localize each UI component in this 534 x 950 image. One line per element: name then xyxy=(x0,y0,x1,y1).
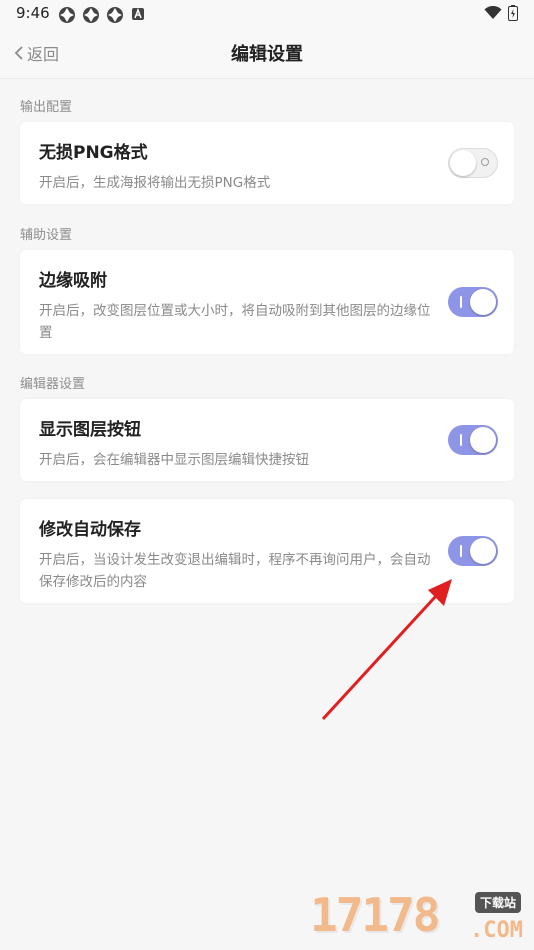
page-title: 编辑设置 xyxy=(231,44,303,65)
toggle-knob xyxy=(470,427,496,453)
auto-save-toggle[interactable] xyxy=(448,536,498,566)
layer-buttons-toggle[interactable] xyxy=(448,425,498,455)
toggle-knob xyxy=(470,289,496,315)
lossless-png-toggle[interactable] xyxy=(448,148,498,178)
wifi-icon xyxy=(484,6,502,19)
setting-description: 开启后，当设计发生改变退出编辑时，程序不再询问用户，会自动保存修改后的内容 xyxy=(39,552,431,590)
status-notification-icons xyxy=(58,6,146,24)
font-notification-icon xyxy=(132,7,144,20)
watermark-number: 17178 xyxy=(310,888,440,942)
setting-title: 修改自动保存 xyxy=(39,520,141,540)
section-label-editor: 编辑器设置 xyxy=(20,377,86,392)
setting-title: 显示图层按钮 xyxy=(39,420,141,440)
watermark-domain: .COM xyxy=(470,918,523,943)
app-notification-icon xyxy=(83,7,99,23)
setting-card-lossless-png: 无损PNG格式 开启后，生成海报将输出无损PNG格式 xyxy=(20,122,514,204)
setting-description: 开启后，会在编辑器中显示图层编辑快捷按钮 xyxy=(39,452,309,468)
battery-icon xyxy=(508,5,518,21)
status-bar: 9:46 xyxy=(0,0,534,28)
setting-card-auto-save: 修改自动保存 开启后，当设计发生改变退出编辑时，程序不再询问用户，会自动保存修改… xyxy=(20,499,514,603)
toggle-off-indicator xyxy=(481,158,489,166)
watermark-logo: 17178 下载站 .COM xyxy=(310,888,534,950)
section-label-output: 输出配置 xyxy=(20,100,73,115)
toggle-knob xyxy=(470,538,496,564)
toggle-on-indicator xyxy=(460,434,462,446)
toggle-on-indicator xyxy=(460,296,462,308)
setting-description: 开启后，生成海报将输出无损PNG格式 xyxy=(39,175,271,191)
toggle-knob xyxy=(450,150,476,176)
setting-description: 开启后，改变图层位置或大小时，将自动吸附到其他图层的边缘位置 xyxy=(39,303,431,341)
status-time: 9:46 xyxy=(16,4,50,22)
setting-title: 边缘吸附 xyxy=(39,271,107,291)
toggle-on-indicator xyxy=(460,545,462,557)
edge-snap-toggle[interactable] xyxy=(448,287,498,317)
app-notification-icon xyxy=(59,7,75,23)
setting-card-layer-buttons: 显示图层按钮 开启后，会在编辑器中显示图层编辑快捷按钮 xyxy=(20,399,514,481)
setting-card-edge-snap: 边缘吸附 开启后，改变图层位置或大小时，将自动吸附到其他图层的边缘位置 xyxy=(20,250,514,354)
app-notification-icon xyxy=(107,7,123,23)
watermark-badge: 下载站 xyxy=(475,892,522,913)
status-system-icons xyxy=(484,5,518,21)
nav-bar: 返回 编辑设置 xyxy=(0,28,534,79)
section-label-assist: 辅助设置 xyxy=(20,228,73,243)
setting-title: 无损PNG格式 xyxy=(39,143,148,163)
